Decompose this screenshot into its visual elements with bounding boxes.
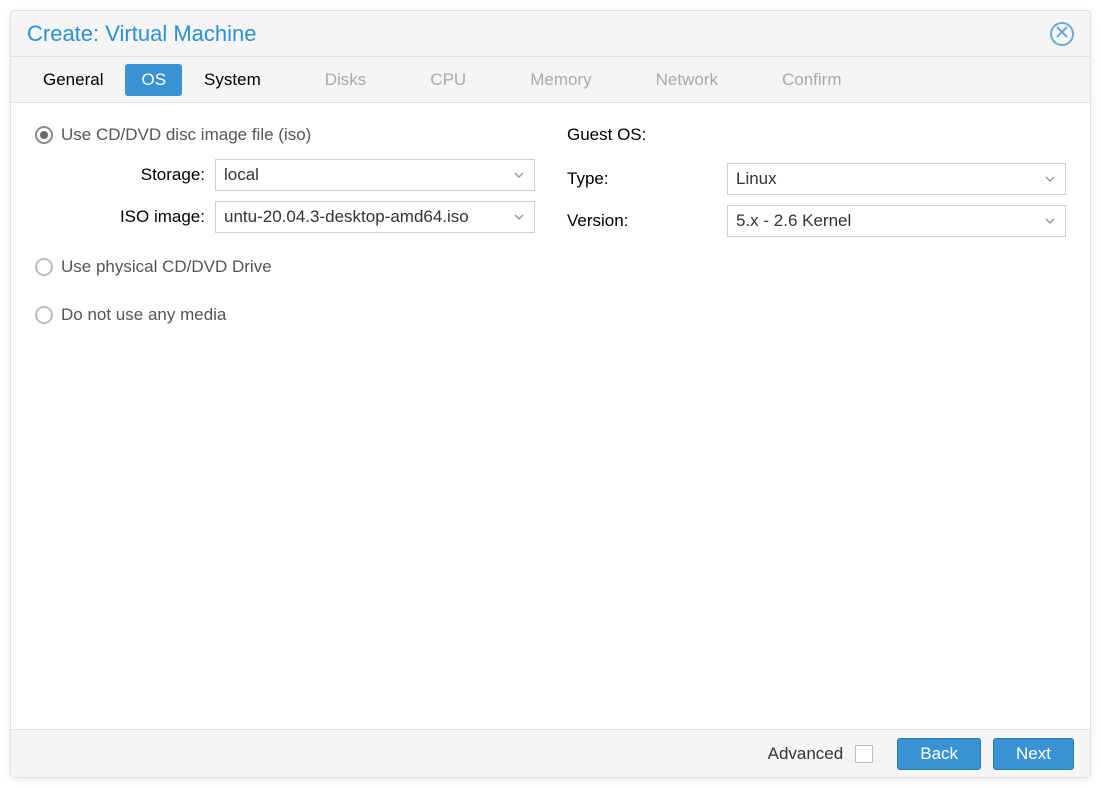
dialog-title: Create: Virtual Machine [27, 21, 1050, 47]
chevron-down-icon [512, 168, 526, 182]
type-row: Type: Linux [567, 163, 1066, 195]
version-combo[interactable]: 5.x - 2.6 Kernel [727, 205, 1066, 237]
radio-option-iso[interactable]: Use CD/DVD disc image file (iso) [35, 125, 535, 145]
radio-option-physical[interactable]: Use physical CD/DVD Drive [35, 257, 535, 277]
tab-confirm: Confirm [766, 64, 858, 96]
radio-option-none[interactable]: Do not use any media [35, 305, 535, 325]
tab-disks: Disks [309, 64, 383, 96]
tab-os[interactable]: OS [125, 64, 182, 96]
chevron-down-icon [1043, 172, 1057, 186]
radio-icon [35, 258, 53, 276]
chevron-down-icon [1043, 214, 1057, 228]
version-label: Version: [567, 211, 727, 231]
tab-system[interactable]: System [188, 64, 277, 96]
wizard-tabs: General OS System Disks CPU Memory Netwo… [11, 57, 1090, 103]
create-vm-dialog: Create: Virtual Machine General OS Syste… [10, 10, 1091, 778]
close-icon [1056, 25, 1068, 43]
iso-combo[interactable]: untu-20.04.3-desktop-amd64.iso [215, 201, 535, 233]
storage-value: local [224, 165, 506, 185]
radio-iso-label: Use CD/DVD disc image file (iso) [61, 125, 311, 145]
advanced-label: Advanced [768, 744, 844, 764]
tab-network: Network [640, 64, 734, 96]
back-button[interactable]: Back [897, 738, 981, 770]
right-column: Guest OS: Type: Linux Version: 5.x - 2.6… [567, 125, 1066, 707]
storage-label: Storage: [35, 165, 215, 185]
version-value: 5.x - 2.6 Kernel [736, 211, 1037, 231]
type-value: Linux [736, 169, 1037, 189]
tab-general[interactable]: General [27, 64, 119, 96]
advanced-checkbox[interactable] [855, 745, 873, 763]
storage-row: Storage: local [35, 159, 535, 191]
tab-cpu: CPU [414, 64, 482, 96]
content-panel: Use CD/DVD disc image file (iso) Storage… [11, 103, 1090, 729]
iso-row: ISO image: untu-20.04.3-desktop-amd64.is… [35, 201, 535, 233]
guest-os-heading: Guest OS: [567, 125, 1066, 145]
footer-bar: Advanced Back Next [11, 729, 1090, 777]
next-button[interactable]: Next [993, 738, 1074, 770]
titlebar: Create: Virtual Machine [11, 11, 1090, 57]
radio-icon [35, 126, 53, 144]
radio-none-label: Do not use any media [61, 305, 226, 325]
version-row: Version: 5.x - 2.6 Kernel [567, 205, 1066, 237]
type-combo[interactable]: Linux [727, 163, 1066, 195]
type-label: Type: [567, 169, 727, 189]
left-column: Use CD/DVD disc image file (iso) Storage… [35, 125, 535, 707]
radio-physical-label: Use physical CD/DVD Drive [61, 257, 272, 277]
close-button[interactable] [1050, 22, 1074, 46]
chevron-down-icon [512, 210, 526, 224]
radio-icon [35, 306, 53, 324]
iso-label: ISO image: [35, 207, 215, 227]
iso-value: untu-20.04.3-desktop-amd64.iso [224, 207, 506, 227]
storage-combo[interactable]: local [215, 159, 535, 191]
tab-memory: Memory [514, 64, 607, 96]
